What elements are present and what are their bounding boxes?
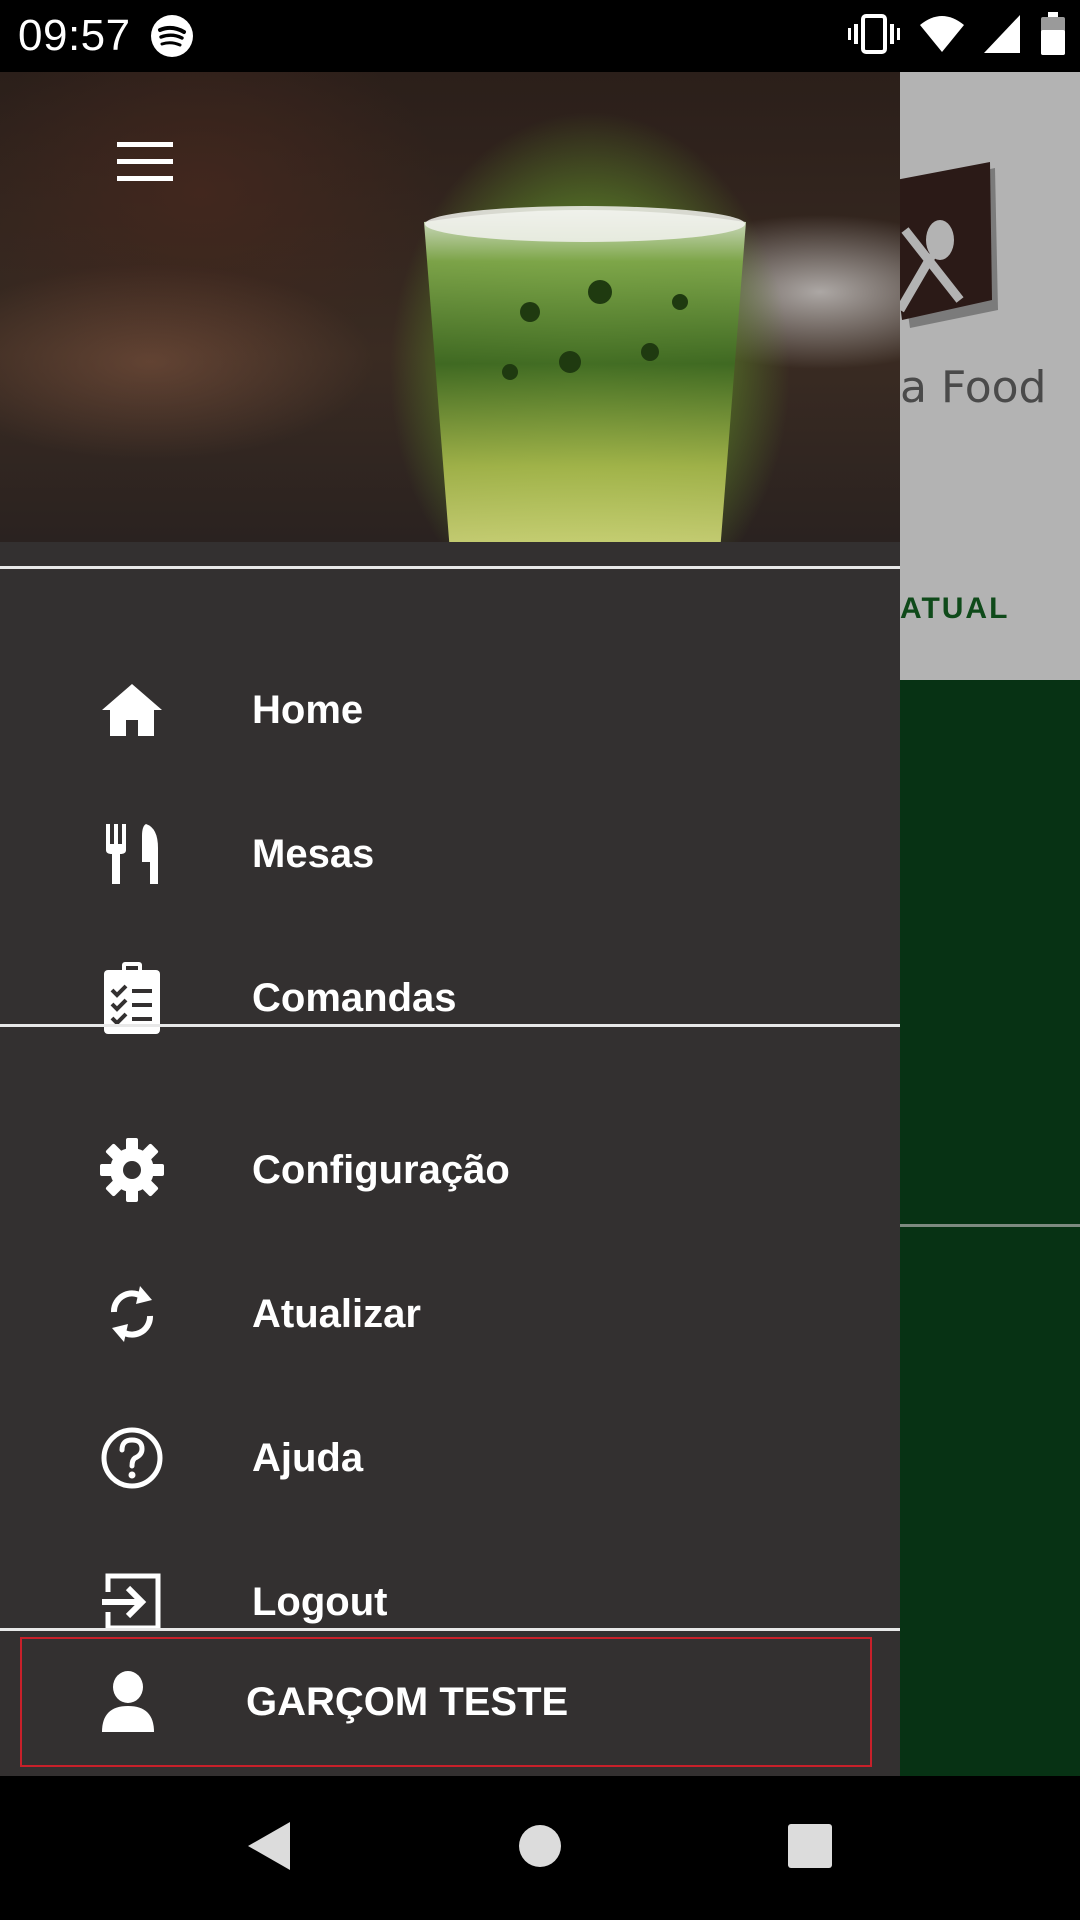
background-logo-text: a Food xyxy=(900,362,1047,413)
recents-button[interactable] xyxy=(778,1816,842,1880)
status-bar: 09:57 xyxy=(0,0,1080,72)
help-circle-icon xyxy=(96,1422,168,1494)
wifi-icon xyxy=(920,15,964,58)
drawer-item-ajuda[interactable]: Ajuda xyxy=(0,1386,900,1530)
sync-icon xyxy=(96,1278,168,1350)
user-profile-row[interactable]: GARÇOM TESTE xyxy=(20,1637,872,1767)
drawer-item-configuracao[interactable]: Configuração xyxy=(0,1098,900,1242)
fork-knife-icon xyxy=(96,818,168,890)
system-navigation-bar xyxy=(0,1776,1080,1920)
back-icon xyxy=(244,1820,292,1877)
drawer-divider-middle xyxy=(0,1024,900,1027)
vibrate-icon xyxy=(848,13,900,59)
drawer-item-comandas[interactable]: Comandas xyxy=(0,926,900,1070)
background-brand-text: ATUAL xyxy=(900,592,1010,625)
drawer-header-image xyxy=(0,72,900,542)
drawer-item-atualizar[interactable]: Atualizar xyxy=(0,1242,900,1386)
drawer-item-label: Comandas xyxy=(252,975,457,1020)
drawer-item-home[interactable]: Home xyxy=(0,638,900,782)
home-icon xyxy=(96,674,168,746)
status-time: 09:57 xyxy=(18,11,131,60)
drawer-item-label: Home xyxy=(252,687,364,732)
gear-icon xyxy=(96,1134,168,1206)
drawer-divider-top xyxy=(0,566,900,569)
recents-square-icon xyxy=(787,1823,833,1874)
drawer-item-mesas[interactable]: Mesas xyxy=(0,782,900,926)
back-button[interactable] xyxy=(236,1816,300,1880)
drawer-item-label: Logout xyxy=(252,1579,388,1624)
drawer-item-label: Atualizar xyxy=(252,1291,421,1336)
home-circle-icon xyxy=(517,1823,563,1874)
spotify-icon xyxy=(150,14,194,58)
drawer-item-label: Configuração xyxy=(252,1147,510,1192)
signal-icon xyxy=(984,14,1020,58)
green-drink-glass xyxy=(424,206,746,542)
battery-icon xyxy=(1040,11,1066,61)
person-icon xyxy=(98,1666,158,1738)
drawer-divider-bottom xyxy=(0,1628,900,1631)
background-divider xyxy=(900,1224,1080,1227)
drawer-item-label: Ajuda xyxy=(252,1435,364,1480)
navigation-drawer: Home Mesas Comandas Configuração Atualiz… xyxy=(0,72,900,1776)
hamburger-menu-button[interactable] xyxy=(105,124,185,204)
user-name: GARÇOM TESTE xyxy=(246,1679,569,1724)
drawer-item-label: Mesas xyxy=(252,831,375,876)
hamburger-menu-icon xyxy=(117,141,173,187)
home-button[interactable] xyxy=(508,1816,572,1880)
